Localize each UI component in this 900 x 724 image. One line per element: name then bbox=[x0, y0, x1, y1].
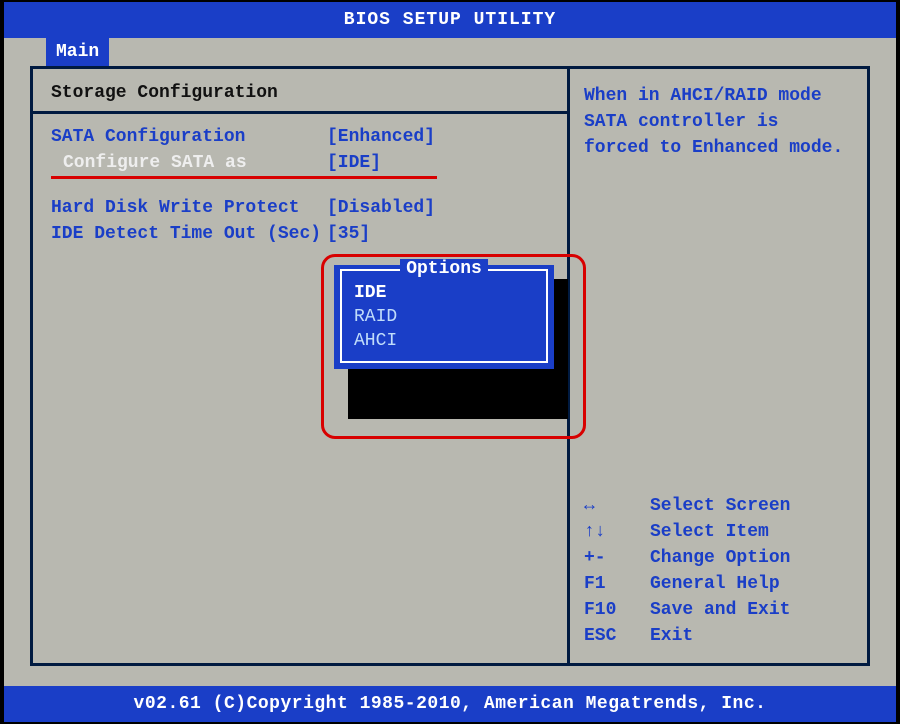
hint-key: F10 bbox=[584, 597, 650, 623]
section-divider bbox=[33, 111, 567, 114]
settings-pane: Storage Configuration SATA Configuration… bbox=[33, 69, 567, 663]
setting-value: [35] bbox=[327, 221, 370, 247]
setting-value: [Disabled] bbox=[327, 195, 435, 221]
setting-label: IDE Detect Time Out (Sec) bbox=[51, 221, 327, 247]
tab-bar: Main bbox=[4, 38, 896, 66]
app-title: BIOS SETUP UTILITY bbox=[344, 10, 556, 30]
popup-option-raid[interactable]: RAID bbox=[354, 305, 534, 329]
footer-text: v02.61 (C)Copyright 1985-2010, American … bbox=[134, 694, 767, 714]
setting-label: SATA Configuration bbox=[51, 124, 327, 150]
hint-desc: Select Item bbox=[650, 519, 769, 545]
popup-title: Options bbox=[342, 259, 546, 279]
hint-save-exit: F10 Save and Exit bbox=[584, 597, 853, 623]
hint-desc: Exit bbox=[650, 623, 693, 649]
highlighted-setting-group: SATA Configuration [Enhanced] Configure … bbox=[51, 124, 437, 179]
hint-key: F1 bbox=[584, 571, 650, 597]
hint-change-option: +- Change Option bbox=[584, 545, 853, 571]
setting-ide-detect-timeout[interactable]: IDE Detect Time Out (Sec) [35] bbox=[51, 221, 551, 247]
setting-configure-sata-as[interactable]: Configure SATA as [IDE] bbox=[51, 150, 437, 176]
footer-bar: v02.61 (C)Copyright 1985-2010, American … bbox=[4, 686, 896, 722]
popup-shadow bbox=[348, 279, 568, 419]
hint-exit: ESC Exit bbox=[584, 623, 853, 649]
hint-general-help: F1 General Help bbox=[584, 571, 853, 597]
hint-desc: Change Option bbox=[650, 545, 790, 571]
help-pane: When in AHCI/RAID mode SATA controller i… bbox=[567, 69, 867, 663]
options-popup: Options IDE RAID AHCI bbox=[334, 265, 554, 369]
hint-key: ↔ bbox=[584, 493, 650, 519]
tab-main[interactable]: Main bbox=[46, 38, 109, 66]
hint-select-item: ↑↓ Select Item bbox=[584, 519, 853, 545]
popup-option-ahci[interactable]: AHCI bbox=[354, 329, 534, 353]
hint-desc: Select Screen bbox=[650, 493, 790, 519]
hint-desc: Save and Exit bbox=[650, 597, 790, 623]
setting-label: Hard Disk Write Protect bbox=[51, 195, 327, 221]
section-title: Storage Configuration bbox=[51, 83, 551, 103]
setting-value: [Enhanced] bbox=[327, 124, 435, 150]
help-text: When in AHCI/RAID mode SATA controller i… bbox=[584, 83, 853, 161]
key-hints: ↔ Select Screen ↑↓ Select Item +- Change… bbox=[584, 493, 853, 649]
setting-value: [IDE] bbox=[327, 150, 381, 176]
hint-key: ESC bbox=[584, 623, 650, 649]
setting-hd-write-protect[interactable]: Hard Disk Write Protect [Disabled] bbox=[51, 195, 551, 221]
popup-option-ide[interactable]: IDE bbox=[354, 281, 534, 305]
hint-desc: General Help bbox=[650, 571, 780, 597]
title-bar: BIOS SETUP UTILITY bbox=[4, 2, 896, 38]
hint-key: ↑↓ bbox=[584, 519, 650, 545]
popup-highlight-box: Options IDE RAID AHCI bbox=[321, 254, 586, 439]
bios-body: Storage Configuration SATA Configuration… bbox=[30, 66, 870, 666]
hint-select-screen: ↔ Select Screen bbox=[584, 493, 853, 519]
setting-sata-configuration[interactable]: SATA Configuration [Enhanced] bbox=[51, 124, 437, 150]
setting-label: Configure SATA as bbox=[51, 150, 327, 176]
hint-key: +- bbox=[584, 545, 650, 571]
